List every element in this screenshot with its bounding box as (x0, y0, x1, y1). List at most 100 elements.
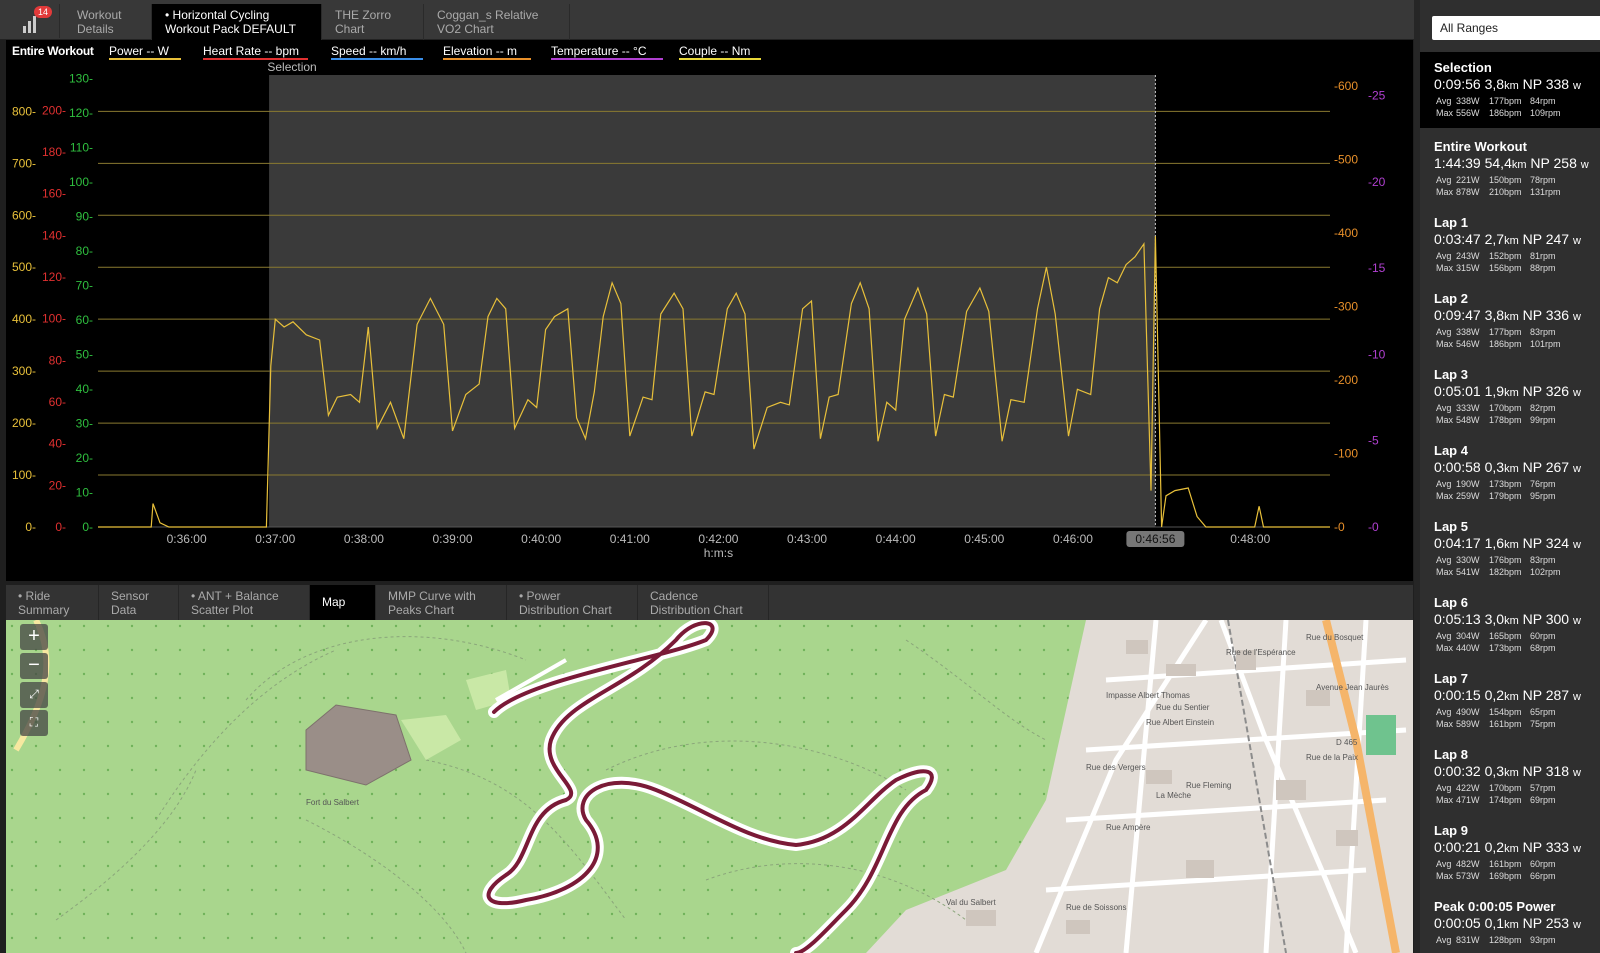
stats-time: 0:09:56 (1434, 76, 1481, 92)
y-tick-speed: 90- (76, 209, 93, 223)
tab-top-0[interactable]: Workout Details (64, 4, 152, 40)
stats-value: 182bpm (1489, 567, 1522, 577)
stats-row-label: Max (1436, 415, 1454, 425)
stats-distance-unit: km (1504, 311, 1519, 323)
stats-distance-unit: km (1504, 767, 1519, 779)
stats-card[interactable]: Lap 3 0:05:01 1,9km NP 326 w Avg 333W 170bpm… (1420, 359, 1600, 435)
legend-item-6[interactable]: Couple -- Nm (679, 44, 761, 60)
stats-row-max: Max 556W 186bpm 109rpm (1434, 107, 1600, 119)
x-axis-label: h:m:s (704, 546, 733, 560)
tab-bottom-6[interactable]: Cadence Distribution Chart (638, 585, 769, 620)
stats-distance-unit: km (1504, 691, 1519, 703)
tab-bottom-3[interactable]: Map (310, 585, 376, 620)
stats-card-summary: 0:05:13 3,0km NP 300 w (1434, 610, 1600, 630)
stats-card[interactable]: Lap 6 0:05:13 3,0km NP 300 w Avg 304W 165bpm… (1420, 587, 1600, 663)
range-select[interactable]: All Ranges (1432, 16, 1600, 40)
stats-card[interactable]: Lap 7 0:00:15 0,2km NP 287 w Avg 490W 154bpm… (1420, 663, 1600, 739)
legend-label: Speed -- km/h (331, 44, 423, 60)
tab-top-1[interactable]: • Horizontal Cycling Workout Pack DEFAULT (152, 4, 322, 40)
stats-time: 0:04:17 (1434, 535, 1481, 551)
notifications-button[interactable]: 14 (6, 4, 60, 38)
y-tick-power: 100- (12, 468, 36, 482)
stats-row-avg: Avg 831W 128bpm 93rpm (1434, 934, 1600, 946)
stats-row-label: Avg (1436, 479, 1452, 489)
y-tick-elevation: -0 (1334, 520, 1345, 534)
stats-card[interactable]: Peak 0:00:05 Power 0:00:05 0,1km NP 253 w… (1420, 891, 1600, 953)
stats-row-label: Max (1436, 491, 1454, 501)
stats-row-label: Avg (1436, 555, 1452, 565)
stats-card[interactable]: Lap 9 0:00:21 0,2km NP 333 w Avg 482W 161bpm… (1420, 815, 1600, 891)
legend-item-2[interactable]: Heart Rate -- bpm (203, 44, 308, 60)
stats-distance: 0,3 (1484, 459, 1505, 475)
workout-chart-panel[interactable]: Selection 800- 700- 600- 500- 400- 300- 200- 100… (6, 40, 1413, 581)
stats-row-label: Max (1436, 187, 1454, 197)
legend-item-5[interactable]: Temperature -- °C (551, 44, 663, 60)
stats-value: 60rpm (1530, 631, 1556, 641)
stats-value: 440W (1456, 643, 1480, 653)
stats-value: 150bpm (1489, 175, 1522, 185)
x-tick-label: 0:38:00 (344, 532, 384, 546)
stats-card[interactable]: Lap 1 0:03:47 2,7km NP 247 w Avg 243W 152bpm… (1420, 207, 1600, 283)
tab-bottom-2[interactable]: • ANT + Balance Scatter Plot (179, 585, 310, 620)
legend-item-0[interactable]: Entire Workout (12, 44, 94, 60)
zoom-in-button[interactable]: + (20, 624, 48, 650)
map-street-label: Rue du Sentier (1156, 703, 1210, 712)
stats-row-label: Avg (1436, 783, 1452, 793)
tab-label-line1: • ANT + Balance (191, 589, 279, 603)
stats-row-label: Avg (1436, 859, 1452, 869)
stats-value: 878W (1456, 187, 1480, 197)
stats-card[interactable]: Lap 4 0:00:58 0,3km NP 267 w Avg 190W 173bpm… (1420, 435, 1600, 511)
tab-top-2[interactable]: THE Zorro Chart (322, 4, 424, 40)
stats-distance-unit: km (1504, 919, 1519, 931)
legend-item-1[interactable]: Power -- W (109, 44, 181, 60)
stats-value: 66rpm (1530, 871, 1556, 881)
stats-card-title: Lap 2 (1434, 291, 1468, 306)
y-tick-power: 200- (12, 416, 36, 430)
legend-item-4[interactable]: Elevation -- m (443, 44, 531, 60)
legend-item-3[interactable]: Speed -- km/h (331, 44, 423, 60)
stats-value: 178bpm (1489, 415, 1522, 425)
y-tick-temperature: -10 (1368, 347, 1386, 361)
legend-label: Temperature -- °C (551, 44, 663, 60)
x-tick-label: 0:43:00 (787, 532, 827, 546)
stats-sidebar: All Ranges Selection 0:09:56 3,8km NP 338… (1420, 0, 1600, 953)
stats-card[interactable]: Lap 2 0:09:47 3,8km NP 336 w Avg 338W 177bpm… (1420, 283, 1600, 359)
legend-label: Elevation -- m (443, 44, 531, 60)
workout-chart[interactable]: Selection 800- 700- 600- 500- 400- 300- 200- 100… (6, 40, 1413, 581)
stats-card-title: Lap 5 (1434, 519, 1468, 534)
stats-distance: 3,0 (1484, 611, 1505, 627)
chart-plot: Selection 800- 700- 600- 500- 400- 300- 200- 100… (12, 60, 1386, 560)
y-tick-speed: 0- (82, 520, 93, 534)
fullscreen-button[interactable]: ⛶ (20, 710, 48, 736)
zoom-out-button[interactable]: − (20, 653, 48, 679)
map-street-label: Rue Albert Einstein (1146, 718, 1214, 727)
legend-label: Power -- W (109, 44, 181, 60)
tab-top-3[interactable]: Coggan_s Relative VO2 Chart (424, 4, 570, 40)
stats-card[interactable]: Lap 5 0:04:17 1,6km NP 324 w Avg 330W 176bpm… (1420, 511, 1600, 587)
stats-card[interactable]: Entire Workout 1:44:39 54,4km NP 258 w Avg… (1420, 131, 1600, 207)
stats-time: 0:05:13 (1434, 611, 1481, 627)
route-map[interactable]: Impasse Albert Thomas Rue de l'Espérance R… (6, 620, 1413, 953)
y-tick-heart_rate: 160- (42, 187, 66, 201)
x-tick-label: 0:36:00 (167, 532, 207, 546)
selection-region[interactable] (269, 75, 1156, 527)
stats-card[interactable]: Selection 0:09:56 3,8km NP 338 w Avg 338W 17… (1420, 52, 1600, 128)
stats-distance-unit: km (1504, 615, 1519, 627)
stats-card[interactable]: Lap 8 0:00:32 0,3km NP 318 w Avg 422W 170bpm… (1420, 739, 1600, 815)
fit-route-button[interactable]: ⤢ (20, 682, 48, 708)
map-street-label: Avenue Jean Jaurès (1316, 683, 1389, 692)
tab-bottom-5[interactable]: • Power Distribution Chart (507, 585, 638, 620)
stats-distance: 0,2 (1484, 839, 1505, 855)
stats-np-unit: w (1580, 159, 1589, 171)
stats-distance-unit: km (1504, 80, 1519, 92)
stats-np-unit: w (1572, 919, 1581, 931)
map-street-label: Rue de l'Espérance (1226, 648, 1296, 657)
stats-value: 101rpm (1530, 339, 1561, 349)
stats-value: 131rpm (1530, 187, 1561, 197)
tab-bottom-0[interactable]: • Ride Summary (6, 585, 99, 620)
stats-np-unit: w (1572, 767, 1581, 779)
stats-card-summary: 0:09:47 3,8km NP 336 w (1434, 306, 1600, 326)
tab-bottom-4[interactable]: MMP Curve with Peaks Chart (376, 585, 507, 620)
tab-bottom-1[interactable]: Sensor Data (99, 585, 179, 620)
stats-row-label: Avg (1436, 251, 1452, 261)
